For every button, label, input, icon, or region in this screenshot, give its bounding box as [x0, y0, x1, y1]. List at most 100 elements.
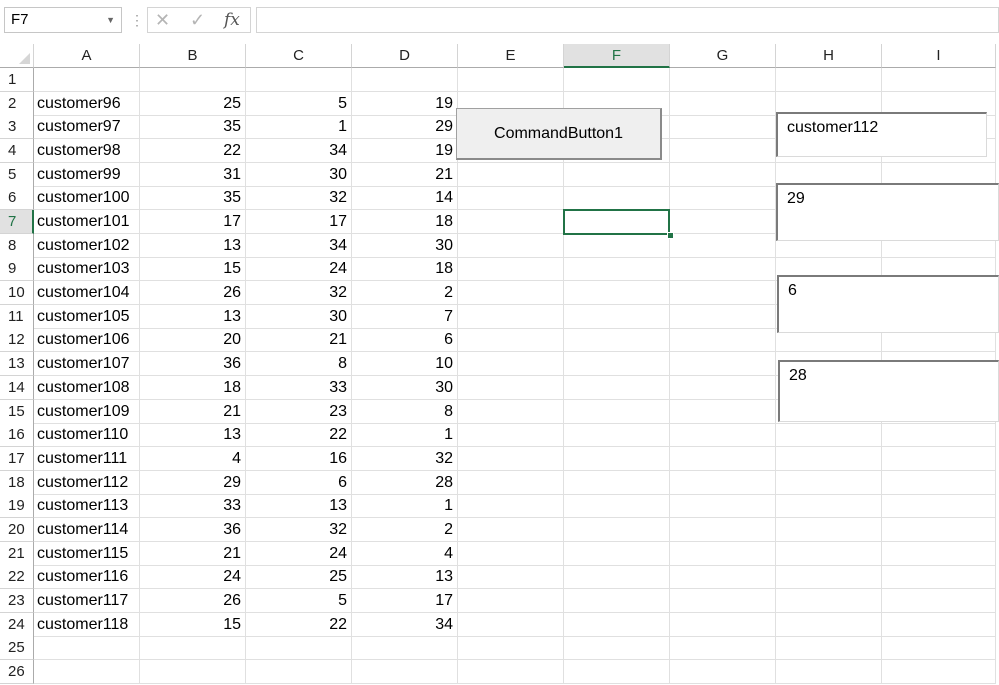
cell-D26[interactable]	[352, 660, 458, 684]
cell-D3[interactable]: 29	[352, 115, 458, 140]
cell-A24[interactable]: customer118	[34, 612, 140, 637]
cell-H24[interactable]	[776, 612, 882, 637]
cell-G18[interactable]	[670, 470, 776, 495]
cell-C23[interactable]: 5	[246, 588, 352, 613]
cell-B11[interactable]: 13	[140, 304, 246, 329]
cell-I21[interactable]	[882, 541, 996, 566]
column-header-g[interactable]: G	[670, 44, 776, 68]
name-box[interactable]: F7 ▼	[4, 7, 122, 33]
cell-G4[interactable]	[670, 139, 776, 164]
cell-F24[interactable]	[564, 612, 670, 637]
cell-A9[interactable]: customer103	[34, 257, 140, 282]
cell-A1[interactable]	[34, 68, 140, 92]
textbox-3[interactable]: 6	[777, 275, 999, 333]
command-button[interactable]: CommandButton1	[456, 108, 662, 160]
cell-A4[interactable]: customer98	[34, 139, 140, 164]
cell-B8[interactable]: 13	[140, 233, 246, 258]
cell-I16[interactable]	[882, 423, 996, 448]
cell-B15[interactable]: 21	[140, 399, 246, 424]
cell-E15[interactable]	[458, 399, 564, 424]
cell-C25[interactable]	[246, 636, 352, 661]
row-header-20[interactable]: 20	[0, 517, 34, 542]
cell-H19[interactable]	[776, 494, 882, 519]
cell-A14[interactable]: customer108	[34, 375, 140, 400]
row-header-21[interactable]: 21	[0, 541, 34, 566]
cell-C5[interactable]: 30	[246, 162, 352, 187]
cell-B10[interactable]: 26	[140, 281, 246, 306]
row-header-18[interactable]: 18	[0, 470, 34, 495]
column-header-h[interactable]: H	[776, 44, 882, 68]
cell-G2[interactable]	[670, 91, 776, 116]
cell-I26[interactable]	[882, 660, 996, 684]
cell-F16[interactable]	[564, 423, 670, 448]
row-header-1[interactable]: 1	[0, 68, 34, 92]
cell-B18[interactable]: 29	[140, 470, 246, 495]
row-header-14[interactable]: 14	[0, 375, 34, 400]
cell-I24[interactable]	[882, 612, 996, 637]
cell-F9[interactable]	[564, 257, 670, 282]
cell-B13[interactable]: 36	[140, 352, 246, 377]
cell-F21[interactable]	[564, 541, 670, 566]
cell-A23[interactable]: customer117	[34, 588, 140, 613]
row-header-7[interactable]: 7	[0, 210, 34, 235]
cell-B20[interactable]: 36	[140, 517, 246, 542]
cell-D5[interactable]: 21	[352, 162, 458, 187]
cell-A12[interactable]: customer106	[34, 328, 140, 353]
cell-B25[interactable]	[140, 636, 246, 661]
cell-H16[interactable]	[776, 423, 882, 448]
cell-D7[interactable]: 18	[352, 210, 458, 235]
row-header-24[interactable]: 24	[0, 612, 34, 637]
cell-A5[interactable]: customer99	[34, 162, 140, 187]
cell-B5[interactable]: 31	[140, 162, 246, 187]
cell-I18[interactable]	[882, 470, 996, 495]
cell-B19[interactable]: 33	[140, 494, 246, 519]
cell-F26[interactable]	[564, 660, 670, 684]
cell-F10[interactable]	[564, 281, 670, 306]
row-header-13[interactable]: 13	[0, 352, 34, 377]
cell-D25[interactable]	[352, 636, 458, 661]
cell-B14[interactable]: 18	[140, 375, 246, 400]
cell-C22[interactable]: 25	[246, 565, 352, 590]
cell-F19[interactable]	[564, 494, 670, 519]
cell-G13[interactable]	[670, 352, 776, 377]
cell-B24[interactable]: 15	[140, 612, 246, 637]
cell-E16[interactable]	[458, 423, 564, 448]
cell-B17[interactable]: 4	[140, 446, 246, 471]
cell-E13[interactable]	[458, 352, 564, 377]
cell-F13[interactable]	[564, 352, 670, 377]
cell-E14[interactable]	[458, 375, 564, 400]
insert-function-icon[interactable]: fx	[224, 8, 240, 32]
chevron-down-icon[interactable]: ▼	[106, 8, 115, 32]
cell-B9[interactable]: 15	[140, 257, 246, 282]
row-header-23[interactable]: 23	[0, 588, 34, 613]
cell-E9[interactable]	[458, 257, 564, 282]
cell-E20[interactable]	[458, 517, 564, 542]
cell-F1[interactable]	[564, 68, 670, 92]
cell-A8[interactable]: customer102	[34, 233, 140, 258]
enter-icon[interactable]: ✓	[190, 8, 205, 32]
cell-F25[interactable]	[564, 636, 670, 661]
cell-C14[interactable]: 33	[246, 375, 352, 400]
cell-B3[interactable]: 35	[140, 115, 246, 140]
cell-C13[interactable]: 8	[246, 352, 352, 377]
cell-B22[interactable]: 24	[140, 565, 246, 590]
cell-G9[interactable]	[670, 257, 776, 282]
row-header-5[interactable]: 5	[0, 162, 34, 187]
cell-E22[interactable]	[458, 565, 564, 590]
cell-A25[interactable]	[34, 636, 140, 661]
cell-C3[interactable]: 1	[246, 115, 352, 140]
cell-A7[interactable]: customer101	[34, 210, 140, 235]
cell-B1[interactable]	[140, 68, 246, 92]
cell-F15[interactable]	[564, 399, 670, 424]
cell-F22[interactable]	[564, 565, 670, 590]
cell-G20[interactable]	[670, 517, 776, 542]
cell-D22[interactable]: 13	[352, 565, 458, 590]
cell-E8[interactable]	[458, 233, 564, 258]
row-header-4[interactable]: 4	[0, 139, 34, 164]
cell-G14[interactable]	[670, 375, 776, 400]
cell-C16[interactable]: 22	[246, 423, 352, 448]
cell-C24[interactable]: 22	[246, 612, 352, 637]
cell-E21[interactable]	[458, 541, 564, 566]
cell-D4[interactable]: 19	[352, 139, 458, 164]
cell-H23[interactable]	[776, 588, 882, 613]
